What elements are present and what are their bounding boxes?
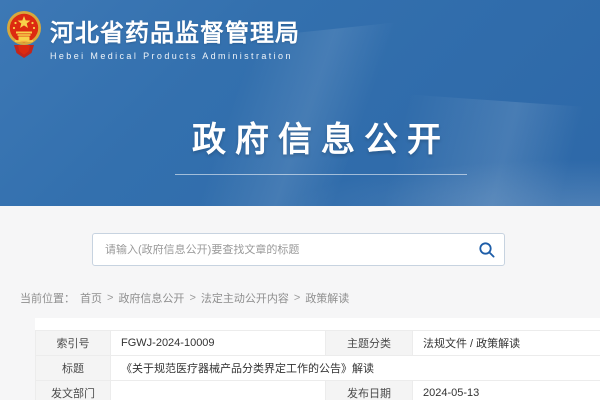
index-number-value: FGWJ-2024-10009 [111, 331, 326, 356]
search-button[interactable] [470, 234, 504, 265]
org-name-cn: 河北省药品监督管理局 [50, 13, 300, 48]
category-value: 法规文件 / 政策解读 [413, 331, 600, 356]
breadcrumb-statutory-disclosure[interactable]: 法定主动公开内容 [201, 290, 289, 306]
document-info-card: 索引号 FGWJ-2024-10009 主题分类 法规文件 / 政策解读 标题 … [35, 318, 600, 400]
breadcrumb-home[interactable]: 首页 [80, 290, 102, 306]
china-national-emblem-icon [6, 9, 42, 65]
breadcrumb-separator: > [294, 292, 300, 304]
breadcrumb: 当前位置： 首页 > 政府信息公开 > 法定主动公开内容 > 政策解读 [20, 290, 349, 306]
breadcrumb-prefix: 当前位置： [20, 290, 75, 306]
breadcrumb-gov-info[interactable]: 政府信息公开 [118, 290, 184, 306]
title-label: 标题 [36, 356, 111, 381]
publish-date-value: 2024-05-13 [413, 381, 600, 400]
site-header: 河北省药品监督管理局 Hebei Medical Products Admini… [0, 0, 600, 206]
banner-title: 政府信息公开 [175, 112, 467, 161]
search-icon [478, 241, 496, 259]
org-name-en: Hebei Medical Products Administration [50, 51, 300, 61]
table-row: 发文部门 发布日期 2024-05-13 [36, 381, 600, 400]
publish-date-label: 发布日期 [326, 381, 413, 400]
breadcrumb-separator: > [189, 292, 195, 304]
department-label: 发文部门 [36, 381, 111, 400]
org-name-block: 河北省药品监督管理局 Hebei Medical Products Admini… [50, 13, 300, 61]
search-box [92, 233, 505, 266]
site-logo[interactable]: 河北省药品监督管理局 Hebei Medical Products Admini… [6, 6, 300, 68]
department-value [111, 381, 326, 400]
search-input[interactable] [93, 244, 470, 256]
document-info-table: 索引号 FGWJ-2024-10009 主题分类 法规文件 / 政策解读 标题 … [35, 330, 600, 400]
table-row: 索引号 FGWJ-2024-10009 主题分类 法规文件 / 政策解读 [36, 331, 600, 356]
banner: 政府信息公开 [175, 112, 467, 175]
category-label: 主题分类 [326, 331, 413, 356]
breadcrumb-policy-interpretation[interactable]: 政策解读 [305, 290, 349, 306]
breadcrumb-separator: > [107, 292, 113, 304]
title-value: 《关于规范医疗器械产品分类界定工作的公告》解读 [111, 356, 600, 381]
table-row: 标题 《关于规范医疗器械产品分类界定工作的公告》解读 [36, 356, 600, 381]
banner-underline [175, 174, 467, 175]
index-number-label: 索引号 [36, 331, 111, 356]
